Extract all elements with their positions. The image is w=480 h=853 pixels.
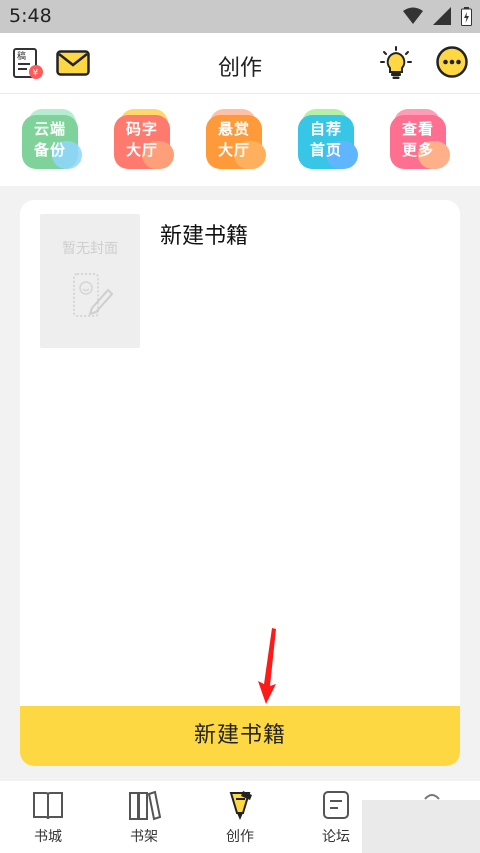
nav-item-bookstore[interactable]: 书城 <box>0 781 96 853</box>
nav-label: 创作 <box>226 829 254 845</box>
signal-icon <box>433 7 451 25</box>
view-more-button[interactable]: 查看 更多 <box>390 109 454 173</box>
quick-label: 悬赏 大厅 <box>217 120 250 159</box>
quick-label: 自荐 首页 <box>309 120 342 159</box>
pen-icon <box>229 791 252 820</box>
book-title[interactable]: 新建书籍 <box>160 218 248 250</box>
battery-icon <box>461 6 472 26</box>
book-card: 暂无封面 新建书籍 新建书籍 <box>20 200 460 766</box>
more-options-icon[interactable] <box>436 46 468 78</box>
quick-actions-row: 云端 备份 码字 大厅 悬赏 大厅 自荐 首页 查看 更多 <box>0 93 480 186</box>
create-book-button[interactable]: 新建书籍 <box>20 706 460 766</box>
writing-hall-button[interactable]: 码字 大厅 <box>114 109 178 173</box>
nav-label: 书架 <box>130 829 158 845</box>
book-open-icon <box>33 792 63 820</box>
quick-label: 码字 大厅 <box>125 120 158 159</box>
book-cover-placeholder[interactable]: 暂无封面 <box>40 214 140 348</box>
bounty-hall-button[interactable]: 悬赏 大厅 <box>206 109 270 173</box>
bookshelf-icon <box>129 790 161 821</box>
quick-label: 云端 备份 <box>33 120 66 159</box>
status-bar: 5:48 <box>0 0 480 33</box>
nav-item-create[interactable]: 创作 <box>192 781 288 853</box>
nav-label: 书城 <box>34 829 62 845</box>
red-arrow-annotation <box>258 628 276 704</box>
nav-item-bookshelf[interactable]: 书架 <box>96 781 192 853</box>
phone-pencil-icon <box>73 273 114 317</box>
app-header: 稿 ¥ 创作 <box>0 33 480 93</box>
quick-label: 查看 更多 <box>401 120 434 159</box>
cloud-backup-button[interactable]: 云端 备份 <box>22 109 86 173</box>
status-time: 5:48 <box>9 5 52 27</box>
cover-placeholder-text: 暂无封面 <box>62 241 118 257</box>
wifi-icon <box>403 7 423 24</box>
watermark-overlay <box>362 800 480 853</box>
forum-icon <box>323 791 349 819</box>
self-recommend-button[interactable]: 自荐 首页 <box>298 109 362 173</box>
status-icons <box>403 6 472 26</box>
lightbulb-icon[interactable] <box>380 46 412 80</box>
